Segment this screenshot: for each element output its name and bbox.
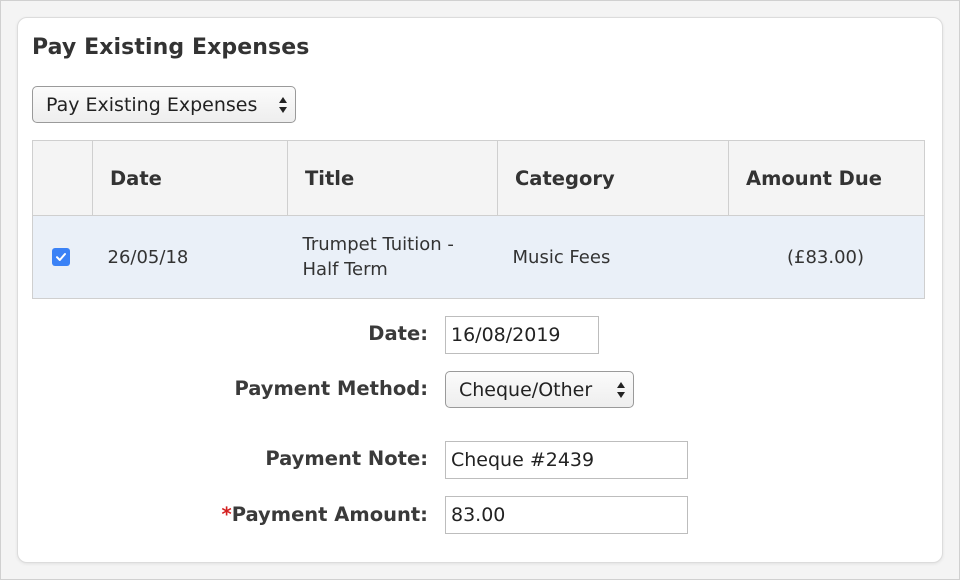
row-date: 26/05/18: [92, 215, 288, 299]
payment-method-label: Payment Method:: [234, 377, 428, 400]
header-title: Title: [287, 140, 498, 216]
expense-type-select[interactable]: Pay Existing Expenses: [32, 86, 296, 123]
select-arrows-icon: [617, 381, 625, 398]
payment-amount-label-group: *Payment Amount:: [222, 503, 428, 526]
payment-amount-field[interactable]: 83.00: [445, 496, 688, 534]
payment-note-field[interactable]: Cheque #2439: [445, 441, 688, 479]
row-amount-due: (£83.00): [728, 215, 925, 299]
required-marker: *: [221, 503, 232, 526]
header-date: Date: [92, 140, 288, 216]
expense-type-select-value: Pay Existing Expenses: [46, 93, 258, 116]
expenses-table: Date Title Category Amount Due 26/05/18 …: [32, 140, 925, 299]
panel-title: Pay Existing Expenses: [32, 35, 310, 60]
checkmark-icon: [56, 253, 66, 261]
row-checkbox[interactable]: [52, 248, 70, 266]
payment-note-label: Payment Note:: [265, 447, 428, 470]
select-arrows-icon: [279, 96, 287, 113]
row-category: Music Fees: [497, 215, 729, 299]
payment-method-select[interactable]: Cheque/Other: [445, 371, 634, 408]
payment-amount-label: Payment Amount:: [231, 503, 428, 526]
payment-method-select-value: Cheque/Other: [459, 378, 593, 401]
date-field[interactable]: 16/08/2019: [445, 316, 599, 354]
table-row[interactable]: 26/05/18 Trumpet Tuition - Half Term Mus…: [32, 215, 925, 299]
row-select-cell: [32, 215, 93, 299]
row-title: Trumpet Tuition - Half Term: [287, 215, 498, 299]
header-category: Category: [497, 140, 729, 216]
header-select-col: [32, 140, 93, 216]
table-header-row: Date Title Category Amount Due: [32, 140, 925, 216]
header-amount-due: Amount Due: [728, 140, 925, 216]
date-label: Date:: [368, 322, 428, 345]
